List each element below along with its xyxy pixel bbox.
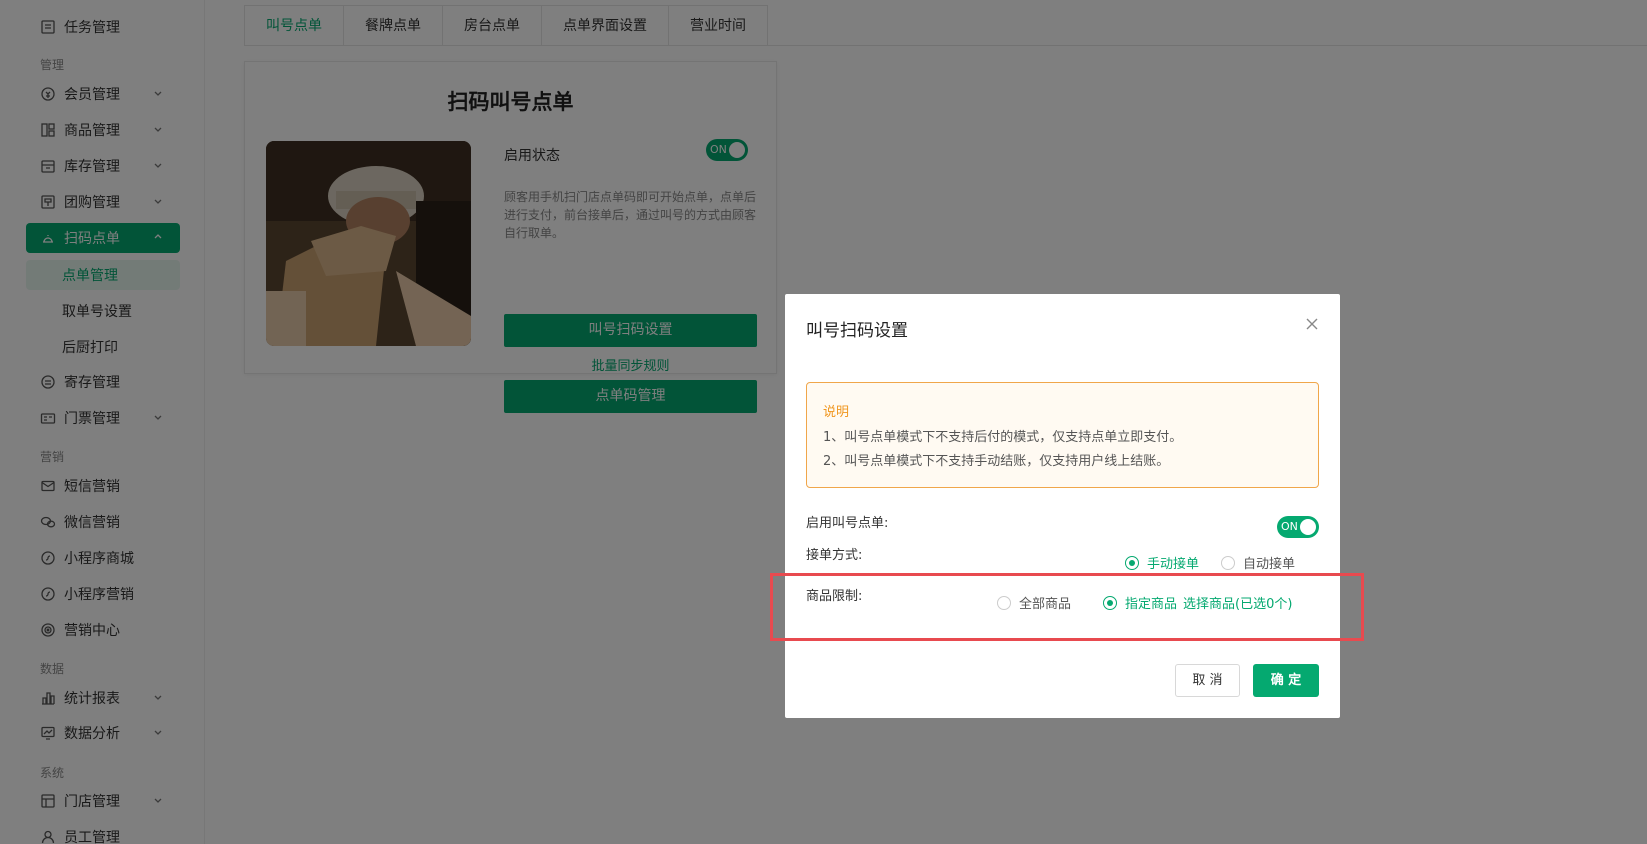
notice-line-1: 1、叫号点单模式下不支持后付的模式，仅支持点单立即支付。: [823, 430, 1183, 445]
radio-auto-accept[interactable]: 自动接单: [1221, 553, 1295, 572]
confirm-button[interactable]: 确 定: [1253, 664, 1319, 697]
notice-box: 说明 1、叫号点单模式下不支持后付的模式，仅支持点单立即支付。 2、叫号点单模式…: [806, 382, 1319, 488]
accept-mode-radio-group: 手动接单 自动接单: [1125, 553, 1295, 572]
dialog-title: 叫号扫码设置: [806, 321, 908, 341]
scan-setting-dialog: 叫号扫码设置 说明 1、叫号点单模式下不支持后付的模式，仅支持点单立即支付。 2…: [785, 294, 1340, 718]
radio-dot: [1221, 555, 1236, 570]
notice-line-2: 2、叫号点单模式下不支持手动结账，仅支持用户线上结账。: [823, 454, 1170, 469]
notice-title: 说明: [823, 405, 850, 420]
cancel-button[interactable]: 取 消: [1175, 664, 1240, 697]
highlight-annotation: [770, 573, 1364, 641]
radio-manual-accept[interactable]: 手动接单: [1125, 553, 1199, 572]
enable-call-order-toggle[interactable]: ON: [1277, 516, 1319, 538]
radio-dot: [1125, 555, 1139, 570]
close-icon[interactable]: [1304, 316, 1320, 332]
accept-mode-label: 接单方式:: [806, 548, 863, 563]
enable-call-order-label: 启用叫号点单:: [806, 516, 889, 531]
